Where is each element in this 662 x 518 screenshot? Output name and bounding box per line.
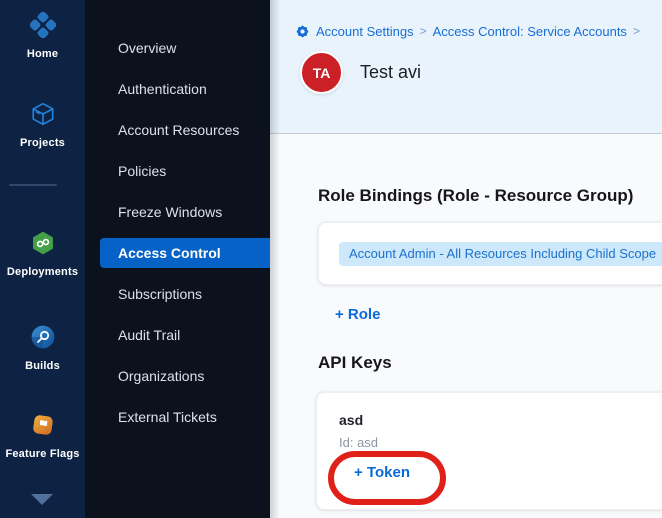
projects-icon xyxy=(0,101,85,132)
api-key-id: Id: asd xyxy=(339,435,378,450)
settings-nav-item-policies[interactable]: Policies xyxy=(100,156,270,186)
rail-item-builds[interactable]: Builds xyxy=(0,324,85,372)
api-key-card: asd Id: asd + Token xyxy=(316,392,662,510)
gear-icon xyxy=(295,24,310,39)
chevron-down-icon[interactable] xyxy=(31,494,53,505)
deployments-icon xyxy=(0,230,85,261)
main-pane: Account Settings > Access Control: Servi… xyxy=(270,0,662,518)
breadcrumb-separator: > xyxy=(420,24,427,38)
role-bindings-heading: Role Bindings (Role - Resource Group) xyxy=(318,186,633,206)
api-keys-heading: API Keys xyxy=(318,353,392,373)
settings-nav-item-freeze-windows[interactable]: Freeze Windows xyxy=(100,197,270,227)
page-header: Account Settings > Access Control: Servi… xyxy=(270,0,662,134)
breadcrumb-link-account-settings[interactable]: Account Settings xyxy=(316,24,414,39)
rail-item-label: Home xyxy=(0,48,85,60)
avatar: TA xyxy=(300,51,343,94)
rail-item-projects[interactable]: Projects xyxy=(0,101,85,149)
breadcrumb-separator: > xyxy=(633,24,640,38)
settings-nav-item-authentication[interactable]: Authentication xyxy=(100,74,270,104)
rail-item-deployments[interactable]: Deployments xyxy=(0,230,85,278)
role-bindings-card: Account Admin - All Resources Including … xyxy=(318,222,662,285)
rail-item-label: Deployments xyxy=(0,266,85,278)
add-role-button[interactable]: + Role xyxy=(335,306,380,323)
settings-nav-item-audit-trail[interactable]: Audit Trail xyxy=(100,320,270,350)
add-token-button[interactable]: + Token xyxy=(354,464,410,481)
role-binding-chip-partial xyxy=(656,242,662,266)
settings-nav-item-subscriptions[interactable]: Subscriptions xyxy=(100,279,270,309)
feature-flags-icon xyxy=(0,412,85,443)
settings-nav-item-access-control[interactable]: Access Control xyxy=(100,238,270,268)
settings-nav-item-account-resources[interactable]: Account Resources xyxy=(100,115,270,145)
rail-item-feature-flags[interactable]: Feature Flags xyxy=(0,412,85,460)
breadcrumb-link-access-control[interactable]: Access Control: Service Accounts xyxy=(433,24,627,39)
settings-nav: Overview Authentication Account Resource… xyxy=(85,0,270,518)
rail-item-label: Feature Flags xyxy=(0,448,85,460)
breadcrumb: Account Settings > Access Control: Servi… xyxy=(295,23,640,39)
rail-item-home[interactable]: Home xyxy=(0,12,85,60)
role-binding-chip: Account Admin - All Resources Including … xyxy=(339,242,662,266)
settings-nav-item-external-tickets[interactable]: External Tickets xyxy=(100,402,270,432)
rail-divider xyxy=(9,184,57,186)
api-key-name: asd xyxy=(339,412,363,428)
home-icon xyxy=(0,12,85,43)
module-rail: Home Projects Deployments xyxy=(0,0,85,518)
rail-item-label: Projects xyxy=(0,137,85,149)
settings-nav-item-overview[interactable]: Overview xyxy=(100,33,270,63)
page-title: Test avi xyxy=(360,62,421,83)
settings-nav-item-organizations[interactable]: Organizations xyxy=(100,361,270,391)
builds-icon xyxy=(0,324,85,355)
rail-item-label: Builds xyxy=(0,360,85,372)
